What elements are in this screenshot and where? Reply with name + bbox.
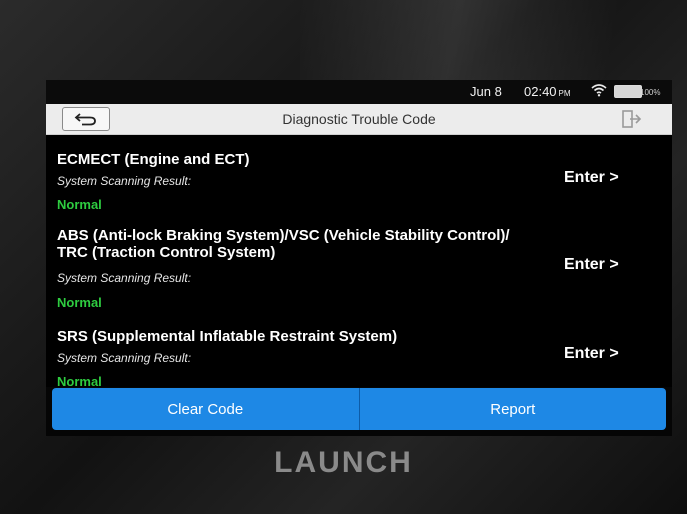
system-name: SRS (Supplemental Inflatable Restraint S… [57,328,398,345]
system-row-srs: SRS (Supplemental Inflatable Restraint S… [46,309,672,389]
battery-level: 100% [640,88,661,97]
status-ampm: PM [558,89,571,98]
scan-status: Normal [57,197,102,212]
exit-icon[interactable] [622,110,642,128]
system-list: ECMECT (Engine and ECT) System Scanning … [46,135,672,389]
status-bar: Jun 8 02:40 PM 100% [46,80,672,104]
scan-status: Normal [57,295,102,310]
status-date: Jun 8 [470,84,502,99]
back-button[interactable] [62,107,110,131]
title-bar: Diagnostic Trouble Code [46,104,672,135]
system-row-abs: ABS (Anti-lock Braking System)/VSC (Vehi… [46,213,672,310]
system-name: ABS (Anti-lock Braking System)/VSC (Vehi… [57,227,510,261]
enter-button[interactable]: Enter > [564,169,619,187]
enter-button[interactable]: Enter > [564,345,619,363]
status-time-value: 02:40 [524,84,557,99]
status-time: 02:40 PM [524,84,571,99]
wifi-icon [591,84,607,97]
scan-label: System Scanning Result: [57,351,192,365]
system-name: ECMECT (Engine and ECT) [57,151,250,168]
page-title: Diagnostic Trouble Code [282,111,436,127]
battery-icon [614,85,642,98]
enter-button[interactable]: Enter > [564,256,619,274]
scan-label: System Scanning Result: [57,271,192,285]
back-arrow-icon [74,113,96,126]
scan-status: Normal [57,374,102,389]
device-screen: Jun 8 02:40 PM 100% Diagnostic Trouble Co… [46,80,672,436]
action-bar: Clear Code Report [52,388,666,430]
system-row-ecm: ECMECT (Engine and ECT) System Scanning … [46,135,672,213]
scan-label: System Scanning Result: [57,174,192,188]
brand-logo: LAUNCH [274,446,413,479]
clear-code-button[interactable]: Clear Code [52,388,360,430]
report-button[interactable]: Report [359,388,666,430]
